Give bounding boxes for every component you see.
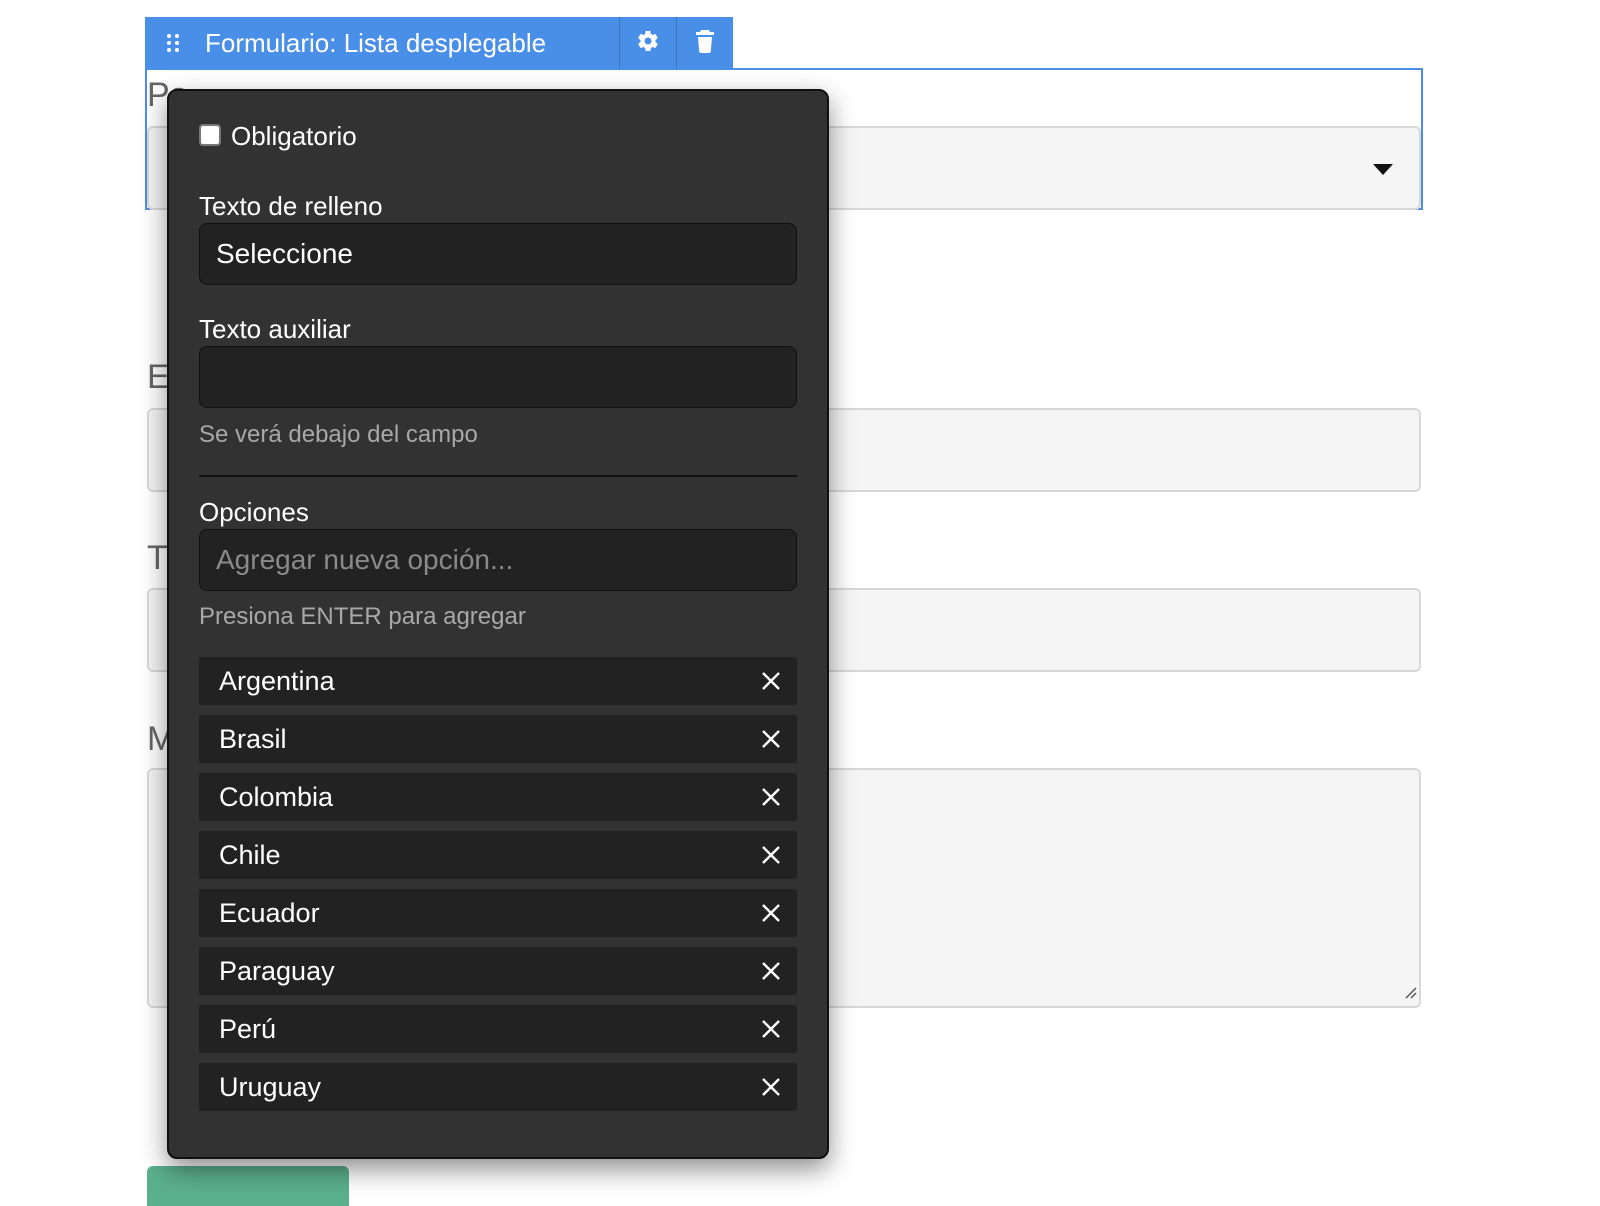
close-icon[interactable]: [759, 727, 783, 751]
options-list: Argentina Brasil Colombia Chile Ecuador …: [199, 657, 797, 1121]
block-title: Formulario: Lista desplegable: [205, 27, 547, 58]
option-label: Perú: [219, 1013, 277, 1044]
option-label: Brasil: [219, 723, 287, 754]
submit-button[interactable]: [147, 1166, 349, 1206]
option-item: Chile: [199, 831, 797, 879]
new-option-hint: Presiona ENTER para agregar: [199, 603, 526, 630]
option-label: Chile: [219, 839, 281, 870]
option-label: Uruguay: [219, 1071, 322, 1102]
close-icon[interactable]: [759, 901, 783, 925]
required-row[interactable]: Obligatorio: [199, 121, 357, 152]
close-icon[interactable]: [759, 1017, 783, 1041]
close-icon[interactable]: [759, 1075, 783, 1099]
new-option-input[interactable]: Agregar nueva opción...: [199, 529, 797, 591]
delete-button[interactable]: [676, 17, 733, 69]
option-label: Ecuador: [219, 897, 320, 928]
field-label-phone: T: [147, 539, 168, 577]
option-item: Brasil: [199, 715, 797, 763]
close-icon[interactable]: [759, 669, 783, 693]
settings-button[interactable]: [619, 17, 676, 69]
helper-text-label: Texto auxiliar: [199, 314, 351, 344]
placeholder-label: Texto de relleno: [199, 191, 383, 221]
helper-text-input[interactable]: [199, 346, 797, 408]
placeholder-input[interactable]: Seleccione: [199, 223, 797, 285]
resize-grip-icon[interactable]: [1401, 983, 1417, 1004]
divider: [199, 475, 797, 477]
field-settings-popover: Obligatorio Texto de relleno Seleccione …: [167, 89, 829, 1159]
helper-text-hint: Se verá debajo del campo: [199, 421, 478, 448]
close-icon[interactable]: [759, 785, 783, 809]
option-item: Argentina: [199, 657, 797, 705]
drag-handle-icon[interactable]: [145, 17, 201, 69]
close-icon[interactable]: [759, 959, 783, 983]
option-item: Ecuador: [199, 889, 797, 937]
options-label: Opciones: [199, 497, 309, 527]
option-item: Colombia: [199, 773, 797, 821]
gear-icon: [636, 29, 660, 58]
block-toolbar: Formulario: Lista desplegable: [145, 17, 733, 69]
required-checkbox[interactable]: [199, 123, 221, 146]
caret-down-icon: [1373, 164, 1393, 175]
option-item: Perú: [199, 1005, 797, 1053]
option-item: Uruguay: [199, 1063, 797, 1111]
option-label: Colombia: [219, 781, 334, 812]
trash-icon: [695, 29, 715, 58]
option-item: Paraguay: [199, 947, 797, 995]
close-icon[interactable]: [759, 843, 783, 867]
option-label: Paraguay: [219, 955, 335, 986]
required-label: Obligatorio: [231, 121, 357, 151]
option-label: Argentina: [219, 665, 335, 696]
